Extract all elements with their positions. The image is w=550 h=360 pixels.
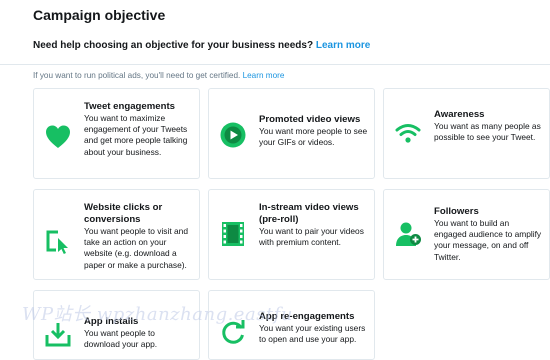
objective-card-title: Followers [434,206,479,217]
cursor-click-icon [46,230,68,254]
objective-card-description: You want to build an engaged audience to… [434,218,542,262]
wifi-icon [395,124,421,143]
objective-card-app-installs[interactable]: App installs You want people to download… [33,290,200,360]
objective-card-title: App re-engagements [259,311,355,322]
film-icon [222,222,244,246]
objective-card-description: You want people to download your app. [84,328,158,350]
objective-card-description: You want to maximize engagement of your … [84,113,188,157]
objective-card-awareness[interactable]: Awareness You want as many people as pos… [383,88,550,179]
objective-card-app-re-engagements[interactable]: App re-engagements You want your existin… [208,290,375,360]
divider [0,64,550,65]
political-ads-learn-more-link[interactable]: Learn more [243,71,285,80]
objective-card-description: You want people to visit and take an act… [84,226,188,270]
objective-help-text: Need help choosing an objective for your… [33,40,314,51]
objective-card-website-clicks[interactable]: Website clicks or conversions You want p… [33,189,200,280]
add-follower-icon [396,222,421,246]
objective-card-tweet-engagements[interactable]: Tweet engagements You want to maximize e… [33,88,200,179]
objective-card-followers[interactable]: Followers You want to build an engaged a… [383,189,550,280]
download-icon [45,323,71,347]
objective-card-title: Website clicks or conversions [84,202,163,225]
objective-card-promoted-video-views[interactable]: Promoted video views You want more peopl… [208,88,375,179]
objective-card-title: Awareness [434,109,485,120]
political-ads-line: If you want to run political ads, you'll… [33,71,284,80]
objective-card-description: You want as many people as possible to s… [434,121,541,143]
objective-card-description: You want more people to see your GIFs or… [259,126,368,148]
objective-help-line: Need help choosing an objective for your… [33,40,370,51]
play-icon [220,122,246,148]
objective-card-description: You want your existing users to open and… [259,323,366,345]
political-ads-text: If you want to run political ads, you'll… [33,71,241,80]
objective-card-title: In-stream video views (pre-roll) [259,202,359,225]
objective-card-description: You want to pair your videos with premiu… [259,226,364,248]
objective-help-learn-more-link[interactable]: Learn more [316,40,370,51]
heart-icon [46,125,70,148]
objective-card-title: Promoted video views [259,114,361,125]
page-title: Campaign objective [33,7,166,23]
refresh-icon [222,320,245,344]
objective-card-title: Tweet engagements [84,101,175,112]
objective-card-in-stream-video-views[interactable]: In-stream video views (pre-roll) You wan… [208,189,375,280]
objective-card-title: App installs [84,316,139,327]
